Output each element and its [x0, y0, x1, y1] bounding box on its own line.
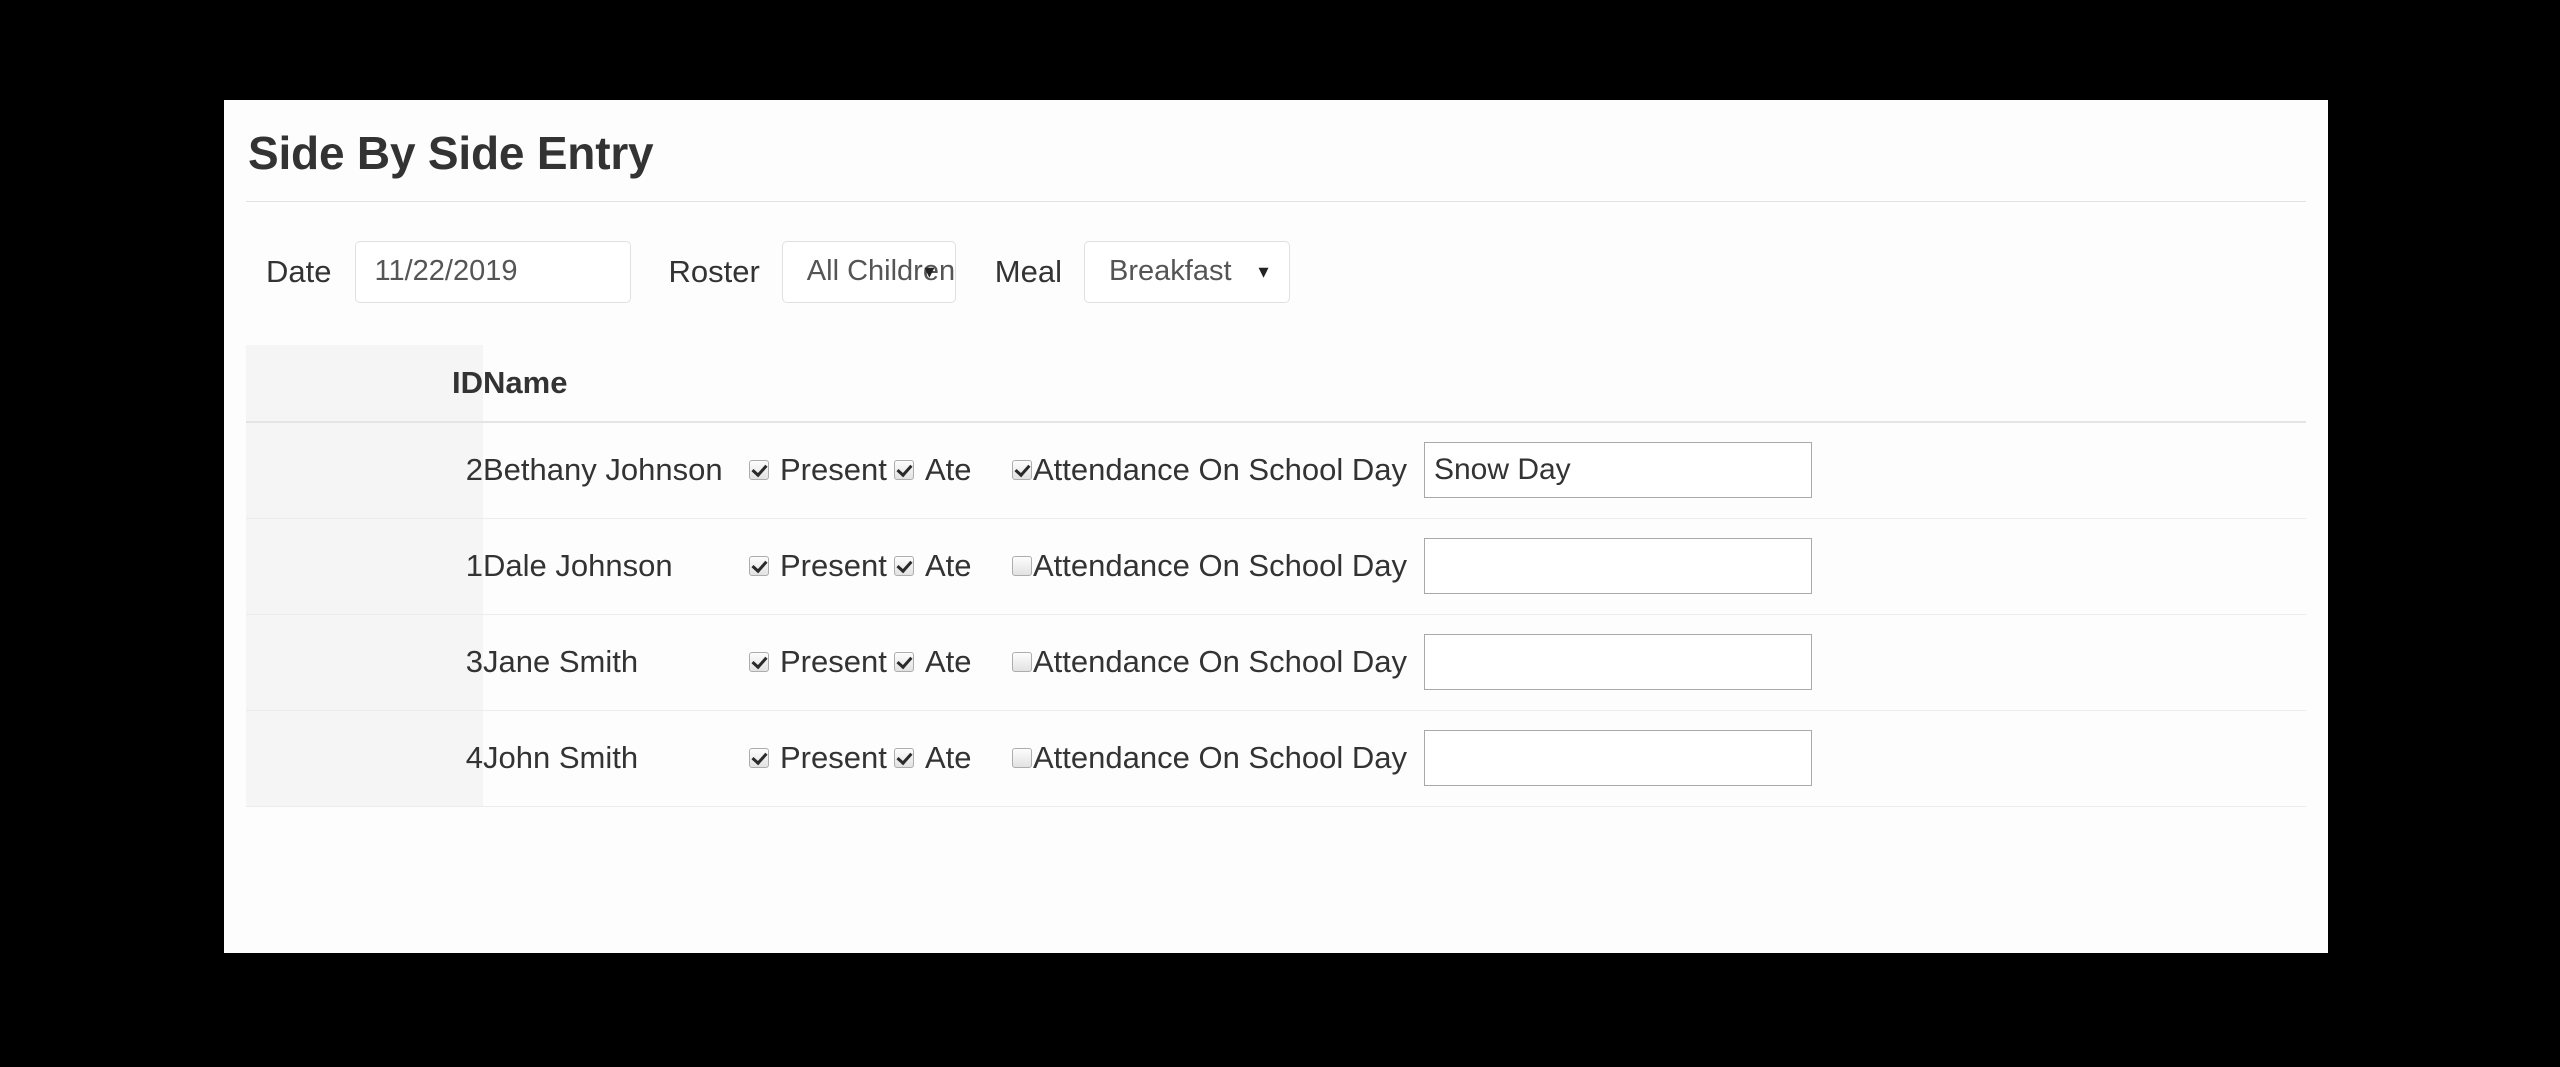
page-title: Side By Side Entry — [246, 100, 2306, 179]
note-input[interactable] — [1424, 730, 1812, 786]
cell-row-content: John Smith Present Ate Attendance On School… — [483, 710, 2306, 806]
table-row: 2Bethany Johnson Present Ate Attendance On … — [246, 422, 2306, 519]
chevron-down-icon: ▼ — [1255, 263, 1272, 280]
roster-label: Roster — [668, 254, 759, 290]
cell-name: John Smith — [483, 740, 749, 776]
attendance-on-school-day-cell: Attendance On School Day — [1012, 644, 1407, 680]
present-checkbox[interactable] — [749, 460, 769, 480]
meal-label: Meal — [995, 254, 1062, 290]
present-label: Present — [780, 548, 887, 584]
title-divider — [246, 201, 2306, 202]
meal-select[interactable]: Breakfast ▼ — [1084, 241, 1290, 303]
cell-name: Bethany Johnson — [483, 452, 749, 488]
attendance-label: Attendance On School Day — [1033, 548, 1407, 584]
page-root: Side By Side Entry Date Roster All Child… — [0, 0, 2560, 1067]
present-checkbox[interactable] — [749, 748, 769, 768]
present-label: Present — [780, 740, 887, 776]
roster-select[interactable]: All Children ▼ — [782, 241, 956, 303]
column-header-name: Name — [483, 345, 2306, 422]
column-header-id: ID — [246, 345, 483, 422]
filter-bar: Date Roster All Children ▼ Meal Breakfas… — [246, 241, 2306, 303]
cell-id: 1 — [246, 518, 483, 614]
cell-row-content: Dale Johnson Present Ate Attendance On Scho… — [483, 518, 2306, 614]
ate-label: Ate — [925, 740, 972, 776]
attendance-on-school-day-cell: Attendance On School Day — [1012, 548, 1407, 584]
cell-name: Dale Johnson — [483, 548, 749, 584]
ate-label: Ate — [925, 644, 972, 680]
ate-checkbox[interactable] — [894, 556, 914, 576]
attendance-on-school-day-checkbox[interactable] — [1012, 460, 1032, 480]
present-cell: Present — [749, 452, 894, 488]
present-checkbox[interactable] — [749, 556, 769, 576]
attendance-on-school-day-checkbox[interactable] — [1012, 556, 1032, 576]
ate-label: Ate — [925, 452, 972, 488]
table-row: 4John Smith Present Ate Attendance On Schoo… — [246, 710, 2306, 806]
meal-select-value: Breakfast — [1085, 255, 1232, 288]
present-label: Present — [780, 644, 887, 680]
attendance-on-school-day-cell: Attendance On School Day — [1012, 740, 1407, 776]
card-inner: Side By Side Entry Date Roster All Child… — [224, 100, 2328, 807]
attendance-on-school-day-checkbox[interactable] — [1012, 652, 1032, 672]
present-cell: Present — [749, 548, 894, 584]
row-layout: John Smith Present Ate Attendance On School… — [483, 711, 2306, 806]
ate-checkbox[interactable] — [894, 652, 914, 672]
attendance-label: Attendance On School Day — [1033, 452, 1407, 488]
cell-id: 4 — [246, 710, 483, 806]
row-layout: Jane Smith Present Ate Attendance On School… — [483, 615, 2306, 710]
table-header-row: ID Name — [246, 345, 2306, 422]
present-cell: Present — [749, 644, 894, 680]
table-row: 1Dale Johnson Present Ate Attendance On Sch… — [246, 518, 2306, 614]
cell-id: 3 — [246, 614, 483, 710]
side-by-side-entry-card: Side By Side Entry Date Roster All Child… — [224, 100, 2328, 953]
attendance-on-school-day-checkbox[interactable] — [1012, 748, 1032, 768]
note-input[interactable] — [1424, 634, 1812, 690]
present-label: Present — [780, 452, 887, 488]
ate-cell: Ate — [894, 644, 1012, 680]
note-input[interactable] — [1424, 538, 1812, 594]
table-body: 2Bethany Johnson Present Ate Attendance On … — [246, 422, 2306, 807]
row-layout: Bethany Johnson Present Ate Attendance On S… — [483, 423, 2306, 518]
present-checkbox[interactable] — [749, 652, 769, 672]
date-label: Date — [266, 254, 331, 290]
chevron-down-icon: ▼ — [921, 263, 938, 280]
table-row: 3Jane Smith Present Ate Attendance On Schoo… — [246, 614, 2306, 710]
cell-id: 2 — [246, 422, 483, 519]
date-input[interactable] — [355, 241, 631, 303]
present-cell: Present — [749, 740, 894, 776]
row-layout: Dale Johnson Present Ate Attendance On Scho… — [483, 519, 2306, 614]
attendance-on-school-day-cell: Attendance On School Day — [1012, 452, 1407, 488]
ate-checkbox[interactable] — [894, 460, 914, 480]
attendance-table: ID Name 2Bethany Johnson Present Ate Attend… — [246, 345, 2306, 807]
cell-row-content: Jane Smith Present Ate Attendance On School… — [483, 614, 2306, 710]
cell-name: Jane Smith — [483, 644, 749, 680]
ate-cell: Ate — [894, 548, 1012, 584]
ate-cell: Ate — [894, 740, 1012, 776]
table-head: ID Name — [246, 345, 2306, 422]
cell-row-content: Bethany Johnson Present Ate Attendance On S… — [483, 422, 2306, 519]
ate-label: Ate — [925, 548, 972, 584]
ate-cell: Ate — [894, 452, 1012, 488]
ate-checkbox[interactable] — [894, 748, 914, 768]
attendance-label: Attendance On School Day — [1033, 740, 1407, 776]
note-input[interactable] — [1424, 442, 1812, 498]
attendance-label: Attendance On School Day — [1033, 644, 1407, 680]
